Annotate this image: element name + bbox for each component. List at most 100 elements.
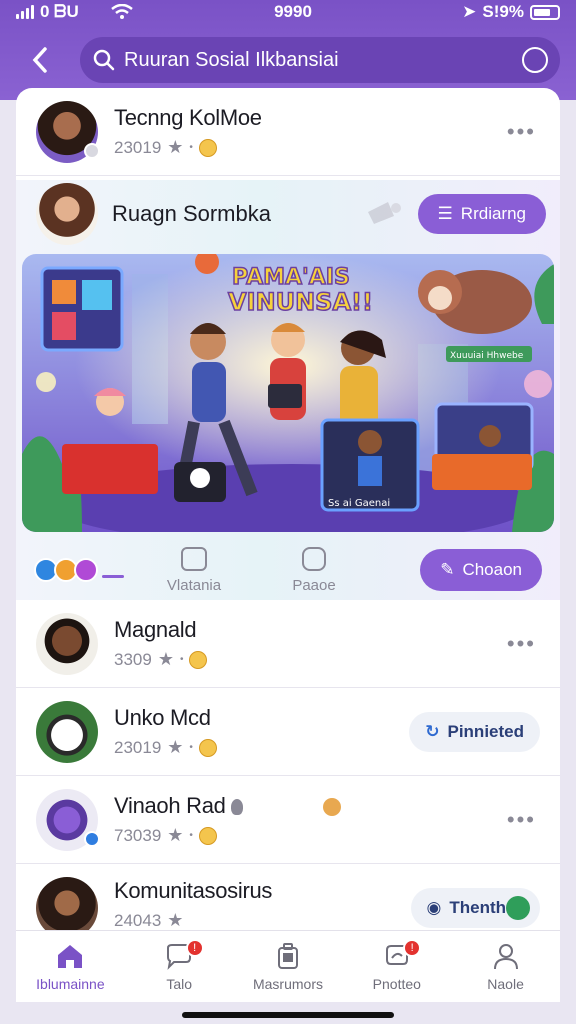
pinned-button-label: Pinnieted [447, 721, 524, 741]
contact-name: Komunitasosirus [114, 878, 273, 903]
signal-icon [16, 5, 34, 19]
refresh-icon: ↻ [425, 721, 440, 741]
community-banner-image[interactable]: PAMA'AIS VINUNSA!! Ss ai Gaenai Xuuuiai … [22, 254, 554, 532]
banner-headline-1: PAMA'AIS [232, 265, 350, 290]
list-item[interactable]: Unko Mcd 23019 ★ • ↻ Pinnieted [16, 688, 560, 776]
pinned-button[interactable]: ↻ Pinnieted [409, 711, 540, 752]
reaction-icon [74, 558, 98, 582]
contact-meta: 24043 [114, 910, 162, 930]
edit-icon: ✎ [440, 560, 455, 579]
active-indicator [102, 575, 124, 578]
nav-label: Pnotteo [372, 975, 421, 992]
nav-label: Talo [166, 975, 193, 992]
home-indicator[interactable] [182, 1012, 394, 1018]
contact-meta: 3309 [114, 649, 152, 669]
list-item[interactable]: Magnald 3309 ★ • ••• [16, 600, 560, 688]
emoji-icon [198, 138, 217, 157]
nav-label: Masrumors [252, 975, 323, 992]
main-feed: Tecnng KolMoe 23019 ★ • ••• Ruagn Sormbka … [16, 88, 560, 1000]
list-icon: ☰ [437, 204, 453, 223]
comment-icon [302, 546, 326, 571]
status-dot [84, 142, 100, 159]
avatar [36, 612, 98, 675]
status-left: 0 ᗷU [16, 2, 216, 22]
community-action-bar: Vlatania Paaoe ✎ Choaon [16, 540, 560, 600]
contact-name: Magnald [114, 617, 197, 642]
search-bar[interactable]: Ruuran Sosial Ilkbansiai [80, 37, 560, 83]
star-icon: ★ [167, 137, 184, 157]
drop-icon [231, 799, 244, 816]
emoji-icon [198, 826, 217, 845]
banner-illustration: PAMA'AIS VINUNSA!! Ss ai Gaenai Xuuuiai … [22, 254, 554, 532]
wifi-icon [110, 4, 133, 19]
join-button-label: Thenth [449, 898, 506, 917]
avatar [36, 700, 98, 763]
banner-screen-label: Ss ai Gaenai [328, 498, 390, 509]
status-right: ➤ S!9% [410, 2, 560, 22]
status-bar: 0 ᗷU 9990 ➤ S!9% [0, 0, 576, 24]
battery-icon [530, 4, 560, 20]
join-button[interactable]: ◉ Thenth [410, 888, 540, 928]
contact-name: Tecnng KolMoe [114, 105, 262, 130]
verified-badge [84, 830, 100, 847]
reaction-group[interactable] [34, 558, 134, 582]
megaphone-icon[interactable] [364, 198, 404, 230]
action-label: Paaoe [292, 576, 336, 594]
choose-button[interactable]: ✎ Choaon [420, 549, 542, 591]
avatar [36, 100, 100, 163]
target-icon: ◉ [426, 898, 442, 917]
avatar [36, 183, 98, 245]
nav-item-chat[interactable]: ! Talo [125, 931, 234, 1002]
chat-bubble-icon [181, 546, 207, 571]
back-button[interactable] [16, 36, 64, 84]
contact-name: Vinaoh Rad [114, 793, 503, 819]
list-item[interactable]: Tecnng KolMoe 23019 ★ • ••• [16, 88, 560, 176]
nav-label: Naole [487, 975, 524, 992]
bottom-navigation: Iblumainne ! Talo Masrumors ! Pnotteo Na… [16, 930, 560, 1002]
banner-sign-label: Xuuuiai Hhwebe [450, 351, 524, 361]
nav-item-home[interactable]: Iblumainne [16, 931, 125, 1002]
contact-meta: 73039 [114, 825, 162, 845]
avatar [36, 788, 100, 851]
location-icon: ➤ [462, 2, 477, 21]
top-header: Ruuran Sosial Ilkbansiai [16, 30, 560, 90]
status-time: 9990 [274, 2, 312, 21]
emoji-icon [189, 650, 208, 669]
notification-badge: ! [403, 939, 422, 957]
add-icon [506, 896, 530, 920]
person-icon [493, 943, 518, 969]
star-icon: ★ [157, 649, 174, 669]
contact-meta: 23019 [114, 737, 162, 757]
emoji-icon [198, 738, 217, 757]
action-item[interactable]: Paaoe [254, 546, 374, 594]
banner-headline-2: VINUNSA!! [228, 288, 373, 316]
community-title: Ruagn Sormbka [112, 201, 271, 226]
nav-label: Iblumainne [36, 975, 105, 992]
contact-name-text: Vinaoh Rad [114, 793, 226, 818]
star-icon: ★ [167, 825, 184, 845]
nav-item-photos[interactable]: ! Pnotteo [342, 931, 451, 1002]
search-input[interactable]: Ruuran Sosial Ilkbansiai [124, 49, 522, 72]
fox-emoji-icon [323, 798, 342, 817]
star-icon: ★ [167, 910, 184, 930]
star-icon: ★ [167, 737, 184, 757]
action-item[interactable]: Vlatania [134, 546, 254, 594]
list-item[interactable]: Vinaoh Rad 73039 ★ • ••• [16, 776, 560, 864]
chevron-left-icon [32, 47, 47, 73]
trash-icon [277, 942, 298, 969]
community-action-button[interactable]: ☰ Rrdiarng [417, 194, 546, 234]
home-icon [58, 944, 83, 968]
action-label: Vlatania [166, 576, 222, 594]
contact-meta: 23019 [114, 137, 162, 157]
nav-item-messages[interactable]: Masrumors [234, 931, 343, 1002]
more-options-button[interactable]: ••• [503, 803, 540, 837]
community-action-label: Rrdiarng [460, 204, 526, 223]
choose-button-label: Choaon [462, 560, 522, 579]
more-options-button[interactable]: ••• [503, 115, 540, 149]
nav-item-profile[interactable]: Naole [451, 931, 560, 1002]
search-option-button[interactable] [522, 47, 548, 73]
community-card: Ruagn Sormbka ☰ Rrdiarng PAMA'AIS VINUNS… [16, 180, 560, 600]
notification-badge: ! [185, 939, 204, 957]
battery-text: S!9% [482, 2, 524, 21]
more-options-button[interactable]: ••• [503, 627, 540, 661]
